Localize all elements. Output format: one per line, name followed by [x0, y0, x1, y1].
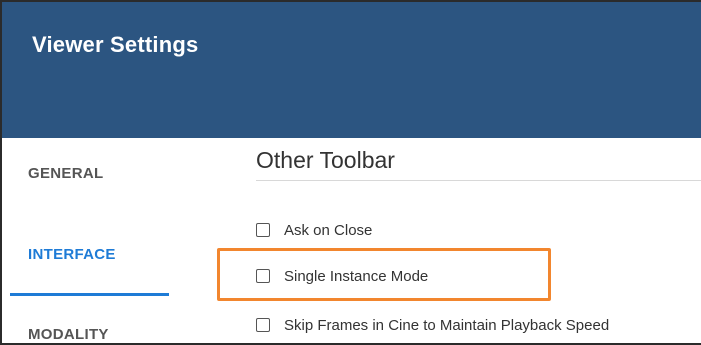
sidebar-item-modality[interactable]: MODALITY	[28, 326, 109, 343]
section-title: Other Toolbar	[256, 147, 395, 173]
section-divider	[256, 180, 701, 181]
ask-on-close-checkbox[interactable]	[256, 223, 270, 237]
skip-frames-checkbox[interactable]	[256, 318, 270, 332]
highlight-annotation	[217, 248, 551, 301]
viewer-settings-dialog: Viewer Settings GENERAL INTERFACE MODALI…	[0, 0, 701, 345]
dialog-header: Viewer Settings	[2, 2, 701, 138]
dialog-title: Viewer Settings	[32, 32, 199, 57]
sidebar-item-general[interactable]: GENERAL	[28, 165, 103, 182]
option-label: Ask on Close	[284, 221, 373, 239]
option-skip-frames[interactable]: Skip Frames in Cine to Maintain Playback…	[256, 315, 609, 335]
option-ask-on-close[interactable]: Ask on Close	[256, 220, 372, 240]
option-label: Skip Frames in Cine to Maintain Playback…	[284, 316, 610, 334]
sidebar-item-interface[interactable]: INTERFACE	[28, 246, 116, 263]
active-tab-indicator	[10, 293, 169, 296]
